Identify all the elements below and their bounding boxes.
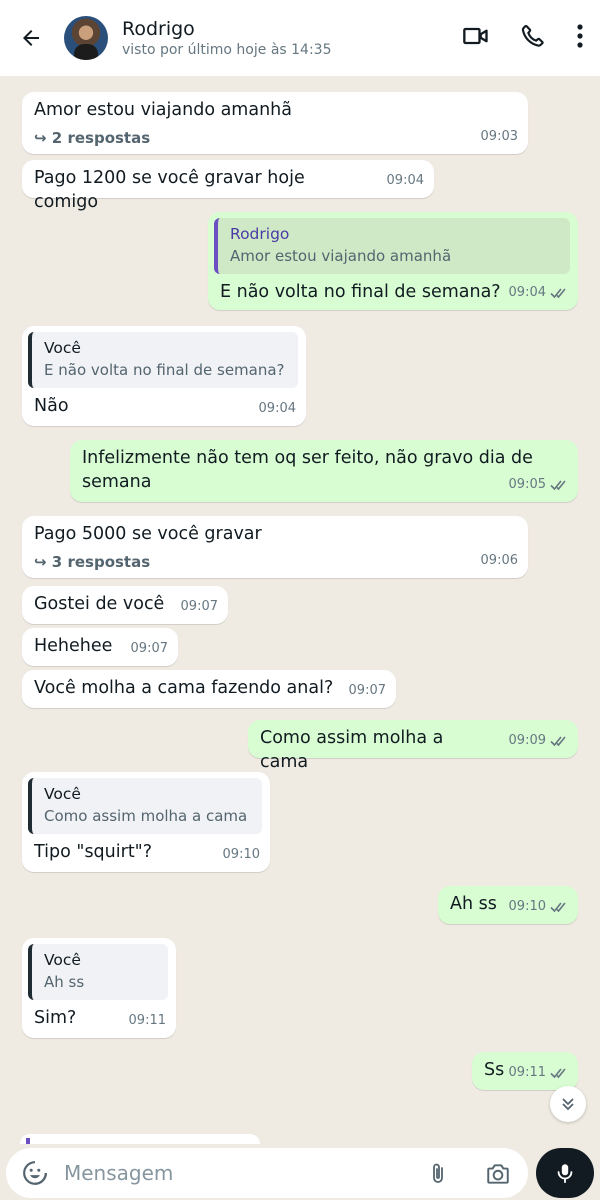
message-incoming[interactable]: Você Como assim molha a cama Tipo "squir… xyxy=(22,772,270,872)
replies-count: 2 respostas xyxy=(51,129,151,147)
message-time: 09:10 xyxy=(222,847,260,862)
message-time: 09:11 xyxy=(509,1061,568,1085)
video-call-icon[interactable] xyxy=(462,22,490,50)
camera-icon[interactable] xyxy=(484,1161,512,1187)
voice-call-icon[interactable] xyxy=(520,23,546,49)
back-arrow-icon[interactable] xyxy=(16,23,46,53)
quote-author: Você xyxy=(44,951,81,969)
quote-author: Você xyxy=(44,339,81,357)
header-actions xyxy=(462,22,584,50)
chat-header: Rodrigo visto por último hoje às 14:35 xyxy=(0,0,600,76)
message-incoming[interactable]: Você E não volta no final de semana? Não… xyxy=(22,326,306,426)
message-outgoing[interactable]: Como assim molha a cama 09:09 xyxy=(248,720,578,772)
quote-text: Como assim molha a cama xyxy=(44,807,248,825)
avatar[interactable] xyxy=(64,16,108,60)
message-text-line: Infelizmente não tem oq ser feito, não g… xyxy=(82,448,533,468)
time-text: 09:04 xyxy=(508,285,546,300)
message-text: Pago 1200 se você gravar hoje comigo xyxy=(34,168,305,212)
message-incoming[interactable]: Gostei de você 09:07 xyxy=(22,586,228,624)
contact-name[interactable]: Rodrigo xyxy=(122,17,332,41)
message-text: Gostei de você xyxy=(34,594,165,614)
read-ticks-icon xyxy=(550,287,568,299)
message-outgoing[interactable]: Ss 09:11 xyxy=(472,1052,578,1090)
chevron-down-icon xyxy=(559,1095,577,1113)
read-ticks-icon xyxy=(550,479,568,491)
quoted-message[interactable]: Você E não volta no final de semana? xyxy=(28,332,298,388)
time-text: 09:09 xyxy=(508,733,546,748)
quote-text: Amor estou viajando amanhã xyxy=(230,247,452,265)
quote-author: Você xyxy=(44,785,81,803)
partial-message xyxy=(20,1134,260,1144)
quoted-message[interactable]: Rodrigo Amor estou viajando amanhã xyxy=(214,218,570,274)
replies-count: 3 respostas xyxy=(51,553,151,571)
quote-text: Ah ss xyxy=(44,973,85,991)
message-time: 09:05 xyxy=(509,473,568,497)
message-outgoing[interactable]: Rodrigo Amor estou viajando amanhã E não… xyxy=(208,212,578,310)
message-incoming[interactable]: Você molha a cama fazendo anal? 09:07 xyxy=(22,670,396,708)
message-time: 09:06 xyxy=(480,553,518,568)
message-time: 09:03 xyxy=(480,129,518,144)
quoted-message[interactable]: Você Ah ss xyxy=(28,944,168,1000)
message-text-line: semana xyxy=(82,472,152,492)
composer: Mensagem xyxy=(0,1144,600,1200)
message-text: Não xyxy=(34,396,69,416)
message-text: Como assim molha a cama xyxy=(260,728,444,772)
time-text: 09:05 xyxy=(508,477,546,492)
message-incoming[interactable]: Pago 5000 se você gravar ↪ 3 respostas 0… xyxy=(22,516,528,578)
read-ticks-icon xyxy=(550,735,568,747)
time-text: 09:10 xyxy=(508,899,546,914)
emoji-icon[interactable] xyxy=(22,1160,48,1186)
contact-info[interactable]: Rodrigo visto por último hoje às 14:35 xyxy=(122,17,332,59)
message-time: 09:07 xyxy=(348,683,386,698)
message-list[interactable]: Amor estou viajando amanhã ↪ 2 respostas… xyxy=(0,76,600,1144)
contact-status: visto por último hoje às 14:35 xyxy=(122,42,332,58)
message-text: Amor estou viajando amanhã xyxy=(34,100,292,120)
message-incoming[interactable]: Hehehee 09:07 xyxy=(22,628,178,666)
mic-button[interactable] xyxy=(536,1148,594,1198)
replies-link[interactable]: ↪ 3 respostas xyxy=(34,550,518,574)
message-incoming[interactable]: Pago 1200 se você gravar hoje comigo 09:… xyxy=(22,160,434,212)
message-time: 09:04 xyxy=(258,401,296,416)
message-input[interactable]: Mensagem xyxy=(6,1148,528,1198)
scroll-to-bottom-button[interactable] xyxy=(550,1086,586,1122)
quote-author: Rodrigo xyxy=(230,225,290,243)
message-text: Ss xyxy=(484,1060,505,1080)
message-text: Você molha a cama fazendo anal? xyxy=(34,678,334,698)
message-text: Ah ss xyxy=(450,894,497,914)
mic-icon xyxy=(554,1160,576,1186)
message-outgoing[interactable]: Ah ss 09:10 xyxy=(438,886,578,924)
message-time: 09:10 xyxy=(509,895,568,919)
message-text: Pago 5000 se você gravar xyxy=(34,524,262,544)
message-time: 09:04 xyxy=(509,281,568,305)
time-text: 09:11 xyxy=(508,1065,546,1080)
message-time: 09:11 xyxy=(128,1013,166,1028)
message-incoming[interactable]: Amor estou viajando amanhã ↪ 2 respostas… xyxy=(22,92,528,154)
read-ticks-icon xyxy=(550,901,568,913)
attach-icon[interactable] xyxy=(426,1160,450,1188)
message-text: Hehehee xyxy=(34,636,113,656)
message-incoming[interactable]: Você Ah ss Sim? 09:11 xyxy=(22,938,176,1038)
quoted-message[interactable]: Você Como assim molha a cama xyxy=(28,778,262,834)
quote-text: E não volta no final de semana? xyxy=(44,361,285,379)
message-time: 09:07 xyxy=(180,599,218,614)
input-placeholder: Mensagem xyxy=(64,1161,174,1185)
more-options-icon[interactable] xyxy=(576,23,584,49)
replies-link[interactable]: ↪ 2 respostas xyxy=(34,126,518,150)
read-ticks-icon xyxy=(550,1067,568,1079)
message-time: 09:07 xyxy=(130,641,168,656)
message-time: 09:04 xyxy=(386,173,424,188)
message-outgoing[interactable]: Infelizmente não tem oq ser feito, não g… xyxy=(70,440,578,502)
message-time: 09:09 xyxy=(509,729,568,753)
